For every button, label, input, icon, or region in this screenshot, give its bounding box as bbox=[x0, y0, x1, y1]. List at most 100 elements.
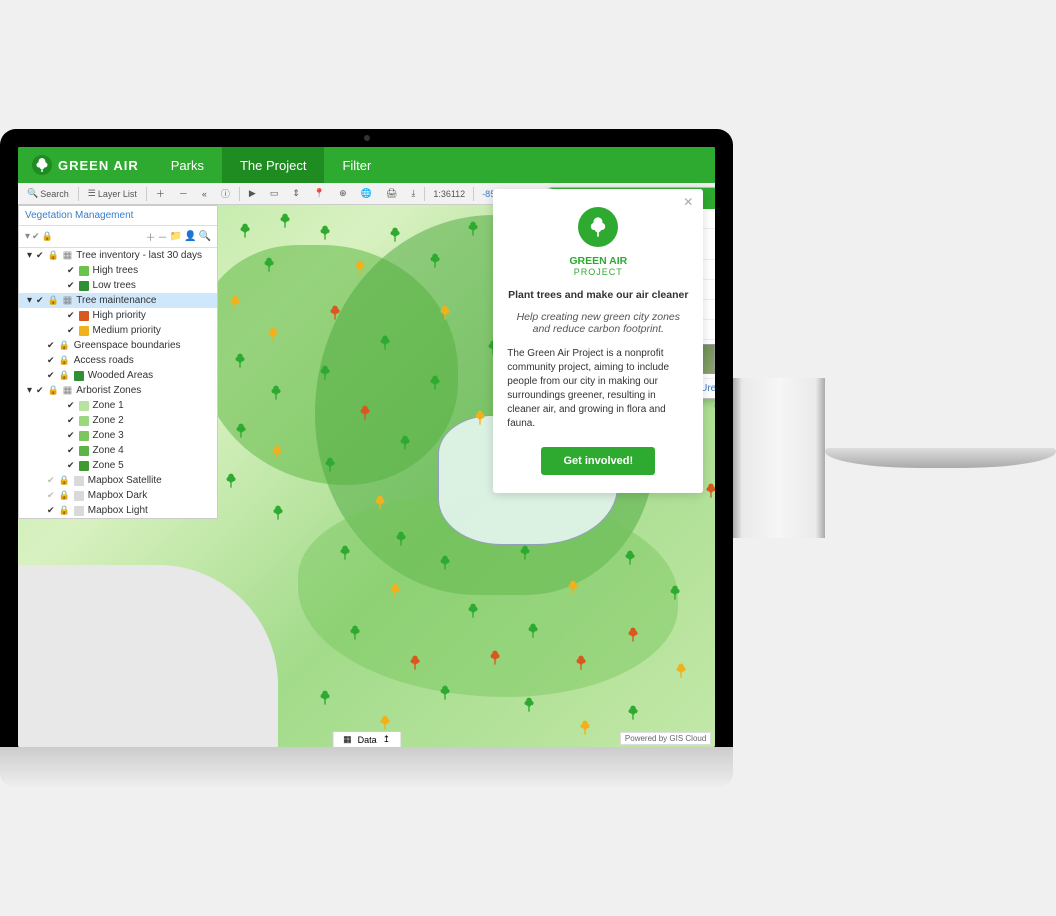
check-icon[interactable]: ✔ bbox=[47, 340, 55, 351]
check-icon[interactable]: ✔ bbox=[47, 505, 55, 516]
layer-item[interactable]: ✔High trees bbox=[19, 263, 217, 278]
tree-marker[interactable] bbox=[626, 627, 640, 643]
tree-marker[interactable] bbox=[278, 213, 292, 229]
tree-marker[interactable] bbox=[438, 685, 452, 701]
check-icon[interactable]: ✔ bbox=[67, 265, 75, 276]
folder-icon[interactable]: 📁 bbox=[170, 231, 182, 242]
tree-marker[interactable] bbox=[438, 305, 452, 321]
info-icon[interactable]: ⓘ bbox=[216, 184, 235, 203]
layer-item[interactable]: ▾✔🔒▦Tree maintenance bbox=[19, 293, 217, 308]
tree-marker[interactable] bbox=[378, 715, 392, 731]
layer-item[interactable]: ✔Zone 1 bbox=[19, 398, 217, 413]
close-icon[interactable]: ✕ bbox=[683, 195, 693, 209]
powered-by[interactable]: Powered by GIS Cloud bbox=[620, 732, 711, 745]
tree-marker[interactable] bbox=[408, 655, 422, 671]
tree-marker[interactable] bbox=[270, 445, 284, 461]
tree-marker[interactable] bbox=[358, 405, 372, 421]
check-icon[interactable]: ✔ bbox=[47, 355, 55, 366]
check-icon[interactable]: ✔ bbox=[67, 310, 75, 321]
add-icon[interactable]: ＋ bbox=[146, 229, 156, 244]
remove-icon[interactable]: － bbox=[158, 229, 168, 244]
brand-logo[interactable]: GREEN AIR bbox=[18, 155, 153, 175]
tree-marker[interactable] bbox=[394, 531, 408, 547]
layer-item[interactable]: ✔🔒Mapbox Dark bbox=[19, 488, 217, 503]
layer-item[interactable]: ✔Medium priority bbox=[19, 323, 217, 338]
caret-down-icon[interactable]: ▾ bbox=[27, 250, 32, 261]
check-icon[interactable]: ✔ bbox=[67, 430, 75, 441]
layerlist-button[interactable]: ☰ Layer List bbox=[83, 185, 142, 202]
tree-marker[interactable] bbox=[388, 227, 402, 243]
tree-marker[interactable] bbox=[518, 545, 532, 561]
layer-item[interactable]: ✔🔒Mapbox Satellite bbox=[19, 473, 217, 488]
tree-marker[interactable] bbox=[674, 663, 688, 679]
tree-marker[interactable] bbox=[473, 410, 487, 426]
check-icon[interactable]: ✔ bbox=[67, 400, 75, 411]
check-icon[interactable]: ✔ bbox=[67, 415, 75, 426]
tree-marker[interactable] bbox=[488, 650, 502, 666]
caret-down-icon[interactable]: ▾ bbox=[27, 385, 32, 396]
select-rect-icon[interactable]: ▭ bbox=[265, 185, 284, 202]
search-button[interactable]: 🔍 Search bbox=[22, 185, 74, 202]
zoom-out-icon[interactable]: － bbox=[174, 184, 193, 203]
tree-marker[interactable] bbox=[233, 353, 247, 369]
tree-marker[interactable] bbox=[338, 545, 352, 561]
pointer-icon[interactable]: ▶ bbox=[244, 185, 261, 202]
check-icon[interactable]: ✔ bbox=[32, 231, 40, 242]
tree-marker[interactable] bbox=[266, 327, 280, 343]
layer-item[interactable]: ✔High priority bbox=[19, 308, 217, 323]
tree-marker[interactable] bbox=[398, 435, 412, 451]
collapse-icon[interactable]: ↥ bbox=[383, 734, 391, 745]
tree-marker[interactable] bbox=[704, 483, 715, 499]
tree-marker[interactable] bbox=[626, 705, 640, 721]
tree-marker[interactable] bbox=[378, 335, 392, 351]
get-involved-button[interactable]: Get involved! bbox=[541, 447, 655, 475]
nav-project[interactable]: The Project bbox=[222, 147, 324, 183]
tree-marker[interactable] bbox=[373, 495, 387, 511]
fullextent-icon[interactable]: ⊕ bbox=[334, 185, 352, 202]
tree-marker[interactable] bbox=[668, 585, 682, 601]
layer-item[interactable]: ✔Zone 5 bbox=[19, 458, 217, 473]
layer-item[interactable]: ✔Low trees bbox=[19, 278, 217, 293]
tree-marker[interactable] bbox=[318, 225, 332, 241]
tree-marker[interactable] bbox=[271, 505, 285, 521]
caret-down-icon[interactable]: ▾ bbox=[27, 295, 32, 306]
search-icon[interactable]: 🔍 bbox=[199, 231, 211, 242]
check-icon[interactable]: ✔ bbox=[36, 250, 44, 261]
tree-marker[interactable] bbox=[574, 655, 588, 671]
tree-marker[interactable] bbox=[428, 375, 442, 391]
tree-marker[interactable] bbox=[318, 365, 332, 381]
check-icon[interactable]: ✔ bbox=[36, 385, 44, 396]
check-icon[interactable]: ✔ bbox=[47, 370, 55, 381]
globe-icon[interactable]: 🌐 bbox=[356, 185, 377, 202]
tree-marker[interactable] bbox=[353, 260, 367, 276]
tree-marker[interactable] bbox=[269, 385, 283, 401]
tree-marker[interactable] bbox=[323, 457, 337, 473]
layer-item[interactable]: ✔Zone 4 bbox=[19, 443, 217, 458]
export-icon[interactable]: ⤓ bbox=[406, 185, 420, 202]
tree-marker[interactable] bbox=[522, 697, 536, 713]
nav-filter[interactable]: Filter bbox=[324, 147, 389, 183]
tree-marker[interactable] bbox=[348, 625, 362, 641]
tree-marker[interactable] bbox=[712, 400, 715, 416]
tree-marker[interactable] bbox=[623, 550, 637, 566]
tree-marker[interactable] bbox=[318, 690, 332, 706]
tree-marker[interactable] bbox=[428, 253, 442, 269]
layer-item[interactable]: ▾✔🔒▦Tree inventory - last 30 days bbox=[19, 248, 217, 263]
layer-item[interactable]: ✔🔒Wooded Areas bbox=[19, 368, 217, 383]
check-icon[interactable]: ✔ bbox=[67, 460, 75, 471]
tree-marker[interactable] bbox=[526, 623, 540, 639]
tree-marker[interactable] bbox=[234, 423, 248, 439]
tree-marker[interactable] bbox=[466, 221, 480, 237]
lock-icon[interactable]: 🔒 bbox=[42, 231, 53, 242]
tree-marker[interactable] bbox=[328, 305, 342, 321]
layer-item[interactable]: ✔🔒Mapbox Light bbox=[19, 503, 217, 518]
tree-marker[interactable] bbox=[566, 580, 580, 596]
tree-marker[interactable] bbox=[238, 223, 252, 239]
check-icon[interactable]: ✔ bbox=[67, 445, 75, 456]
caret-down-icon[interactable]: ▾ bbox=[25, 231, 30, 242]
prev-extent-icon[interactable]: « bbox=[197, 186, 212, 202]
nav-parks[interactable]: Parks bbox=[153, 147, 222, 183]
layer-item[interactable]: ✔🔒Access roads bbox=[19, 353, 217, 368]
data-tab-bar[interactable]: ▦ Data ↥ bbox=[332, 731, 401, 747]
layer-item[interactable]: ✔Zone 2 bbox=[19, 413, 217, 428]
